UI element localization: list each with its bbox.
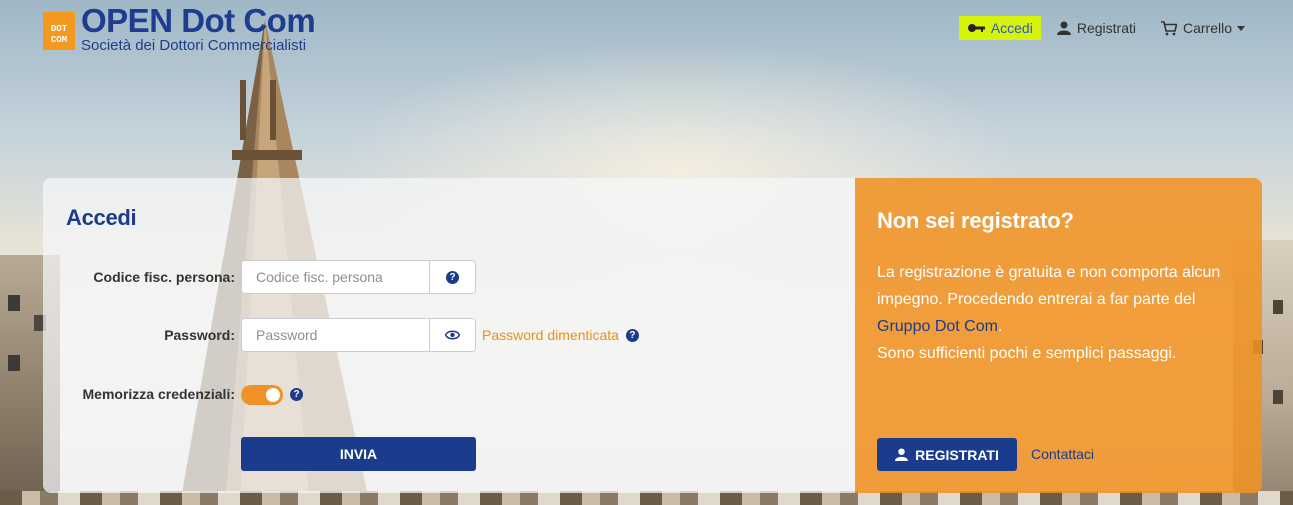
fiscal-code-label: Codice fisc. persona: bbox=[93, 269, 235, 285]
password-group bbox=[241, 318, 476, 352]
register-text-part1: La registrazione è gratuita e non compor… bbox=[877, 264, 1221, 308]
group-link[interactable]: Gruppo Dot Com bbox=[877, 318, 998, 335]
login-panel: Accedi Codice fisc. persona: ? Password:… bbox=[43, 178, 855, 493]
top-navigation: Accedi Registrati Carrello bbox=[951, 16, 1253, 40]
chevron-down-icon bbox=[1237, 25, 1245, 31]
logo-mark-top: DOT bbox=[50, 24, 68, 34]
question-icon[interactable]: ? bbox=[625, 328, 639, 342]
show-password-button[interactable] bbox=[429, 319, 475, 351]
question-icon[interactable]: ? bbox=[290, 388, 303, 401]
register-button-label: REGISTRATI bbox=[915, 446, 999, 463]
password-label: Password: bbox=[164, 327, 235, 343]
nav-register-label: Registrati bbox=[1076, 20, 1136, 36]
register-text-line2: Sono sufficienti pochi e semplici passag… bbox=[877, 345, 1177, 362]
register-text-part2: . bbox=[997, 318, 1003, 335]
login-title: Accedi bbox=[66, 205, 137, 230]
logo-mark: DOT COM bbox=[43, 12, 75, 50]
forgot-password-label: Password dimenticata bbox=[482, 327, 619, 343]
city-buildings-bottom bbox=[0, 491, 1293, 505]
nav-login[interactable]: Accedi bbox=[958, 16, 1041, 40]
question-icon: ? bbox=[446, 270, 459, 284]
register-title: Non sei registrato? bbox=[877, 208, 1074, 233]
user-icon bbox=[895, 448, 909, 461]
forgot-password-link[interactable]: Password dimenticata ? bbox=[482, 327, 639, 343]
register-button[interactable]: REGISTRATI bbox=[877, 438, 1017, 471]
logo-subtitle: Società dei Dottori Commercialisti bbox=[81, 37, 307, 54]
nav-login-label: Accedi bbox=[990, 20, 1033, 36]
cart-icon bbox=[1160, 20, 1177, 36]
submit-button[interactable]: INVIA bbox=[241, 437, 476, 471]
fiscal-code-group: ? bbox=[241, 260, 476, 294]
fiscal-code-help-button[interactable]: ? bbox=[429, 261, 475, 293]
key-icon bbox=[967, 23, 985, 33]
fiscal-code-input[interactable] bbox=[242, 261, 429, 293]
contact-link[interactable]: Contattaci bbox=[1031, 446, 1094, 462]
register-description: La registrazione è gratuita e non compor… bbox=[877, 259, 1252, 367]
nav-cart-label: Carrello bbox=[1182, 20, 1232, 36]
password-input[interactable] bbox=[242, 319, 429, 351]
nav-cart[interactable]: Carrello bbox=[1152, 16, 1253, 40]
user-icon bbox=[1056, 21, 1071, 35]
logo-title: OPEN Dot Com bbox=[81, 2, 316, 39]
remember-toggle[interactable] bbox=[241, 385, 283, 405]
nav-register[interactable]: Registrati bbox=[1049, 16, 1144, 40]
logo-mark-bottom: COM bbox=[50, 35, 68, 45]
register-panel: Non sei registrato? La registrazione è g… bbox=[855, 178, 1262, 493]
login-card: Accedi Codice fisc. persona: ? Password:… bbox=[43, 178, 1262, 493]
eye-icon bbox=[445, 330, 460, 340]
remember-label: Memorizza credenziali: bbox=[82, 386, 236, 402]
